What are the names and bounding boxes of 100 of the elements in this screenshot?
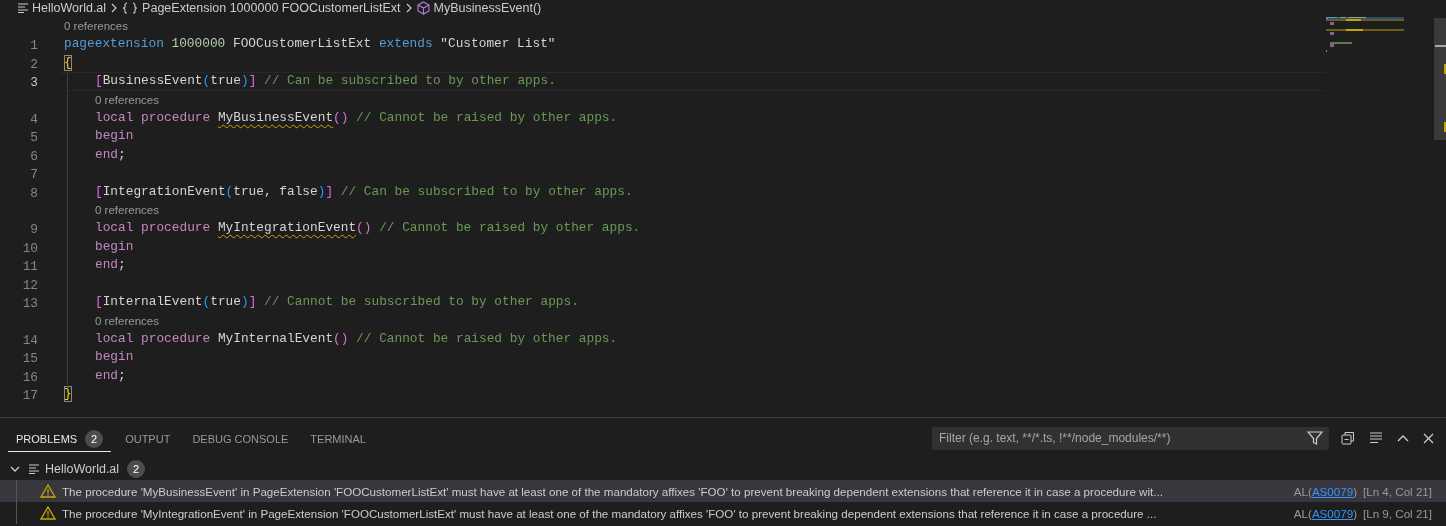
code-token: local procedure (95, 330, 212, 347)
file-tree-row[interactable]: HelloWorld.al 2 (0, 458, 1446, 480)
chevron-up-icon[interactable] (1397, 434, 1409, 442)
count-badge: 2 (127, 460, 146, 478)
code-token: end (95, 257, 119, 274)
file-lines-icon (29, 464, 39, 474)
codelens-link[interactable]: 0 references (95, 204, 159, 216)
braces-icon (122, 1, 139, 14)
code-token: // Cannot be raised by other apps. (355, 109, 618, 126)
code-token: [ (95, 183, 103, 200)
code-token: local procedure (95, 109, 212, 126)
code-token: () (333, 330, 349, 347)
code-token: ( (202, 73, 211, 90)
line-number: 5 (30, 130, 38, 146)
close-icon[interactable] (1423, 432, 1434, 444)
code-token: extends (378, 36, 434, 53)
code-token: ] (248, 294, 257, 311)
codelens-link[interactable]: 0 references (95, 93, 159, 106)
code-token: ) (240, 73, 249, 90)
line-number: 9 (30, 222, 38, 238)
line-number: 4 (30, 111, 38, 127)
file-lines-icon (18, 2, 28, 13)
count-badge: 2 (85, 429, 104, 448)
rule-link[interactable]: AS0079 (1311, 506, 1354, 520)
problem-source: ) (1353, 484, 1358, 498)
panel-tab[interactable]: OUTPUT (117, 426, 179, 452)
code-token: ; (118, 146, 126, 163)
collapse-all-icon[interactable] (1341, 431, 1355, 445)
chevron-right-icon (404, 2, 413, 13)
code-token: // Cannot be subscribed to by other apps. (263, 294, 579, 311)
code-token: () (356, 220, 372, 237)
breadcrumb-item[interactable]: MyBusinessEvent() (416, 0, 542, 15)
code-token: ] (325, 183, 334, 200)
warning-icon (40, 484, 56, 498)
code-token: true, false (233, 183, 318, 200)
code-token: true (210, 73, 241, 90)
panel-tab[interactable]: DEBUG CONSOLE (184, 426, 297, 452)
code-token: local procedure (95, 220, 212, 237)
code-token: end (95, 146, 119, 163)
line-number: 14 (22, 332, 38, 348)
filter-icon[interactable] (1307, 431, 1323, 445)
line-number: 12 (22, 277, 38, 293)
codelens-link[interactable]: 0 references (64, 20, 128, 32)
code-token: true (210, 294, 241, 311)
code-token: // Can be subscribed to by other apps. (339, 183, 633, 200)
rule-link[interactable]: AS0079 (1311, 484, 1354, 498)
problem-message: The procedure 'MyBusinessEvent' in PageExtension 'FOOCustomerListExt' must have at least one of the mandatory affixes 'FOO' to prevent breaking dependent extensions that reference it in case a procedure wit... (62, 484, 1164, 498)
code-token: () (333, 109, 349, 126)
code-token: BusinessEvent (102, 73, 203, 90)
line-number: 8 (30, 185, 38, 201)
code-token: MyInternalEvent (217, 330, 334, 347)
code-token: MyIntegrationEvent (217, 220, 357, 237)
codelens-link[interactable]: 0 references (95, 314, 159, 327)
code-token: MyBusinessEvent (217, 109, 334, 126)
problem-source: AL( (1293, 506, 1312, 520)
code-token: [ (95, 73, 103, 90)
problem-location: [Ln 9, Col 21] (1363, 506, 1432, 520)
code-token: IntegrationEvent (102, 183, 226, 200)
code-token: ] (248, 73, 257, 90)
code-token: ) (317, 183, 326, 200)
line-number: 2 (30, 56, 38, 72)
panel-tab[interactable]: PROBLEMS 2 (8, 426, 112, 452)
code-token: InternalEvent (102, 294, 203, 311)
line-number: 1 (30, 38, 38, 54)
line-number: 7 (30, 167, 38, 183)
code-token: pageextension (64, 36, 165, 53)
code-token: ( (202, 294, 211, 311)
code-token: begin (95, 238, 134, 255)
code-token: ) (240, 294, 249, 311)
problem-message: The procedure 'MyIntegrationEvent' in PageExtension 'FOOCustomerListExt' must have at least one of the mandatory affixes 'FOO' to prevent breaking dependent extensions that reference it in case a procedure ... (62, 506, 1158, 520)
panel-tab[interactable]: TERMINAL (302, 426, 374, 452)
line-number: 11 (22, 259, 38, 275)
code-token: { (64, 54, 72, 71)
code-token: // Cannot be raised by other apps. (378, 220, 641, 237)
filter-field[interactable]: Filter (e.g. text, **/*.ts, !**/node_modules/**) (932, 426, 1329, 450)
code-token: // Cannot be raised by other apps. (355, 330, 618, 347)
code-token: "Customer List" (440, 36, 556, 53)
word-wrap-icon[interactable] (1369, 432, 1383, 444)
line-number: 15 (22, 351, 38, 367)
breadcrumb-item[interactable]: HelloWorld.al (18, 0, 107, 15)
code-token: begin (95, 349, 134, 366)
line-number: 10 (22, 240, 38, 256)
file-name: HelloWorld.al (45, 462, 120, 476)
line-number: 17 (22, 388, 38, 404)
breadcrumb-item[interactable]: PageExtension 1000000 FOOCustomerListExt (122, 0, 401, 15)
code-token: FOOCustomerListExt (232, 36, 373, 53)
code-token: [ (95, 294, 103, 311)
chevron-right-icon (110, 2, 119, 13)
line-number: 6 (30, 148, 38, 164)
code-token: ; (118, 257, 126, 274)
line-number: 3 (30, 75, 38, 91)
problem-source: ) (1353, 506, 1358, 520)
code-token: } (64, 386, 72, 403)
code-token: end (95, 367, 119, 384)
code-token: begin (95, 128, 134, 145)
code-token: 1000000 (171, 36, 227, 53)
warning-icon (40, 506, 56, 520)
problem-row[interactable] (0, 480, 1446, 502)
problem-location: [Ln 4, Col 21] (1363, 484, 1432, 498)
code-token: // Can be subscribed to by other apps. (263, 73, 556, 90)
